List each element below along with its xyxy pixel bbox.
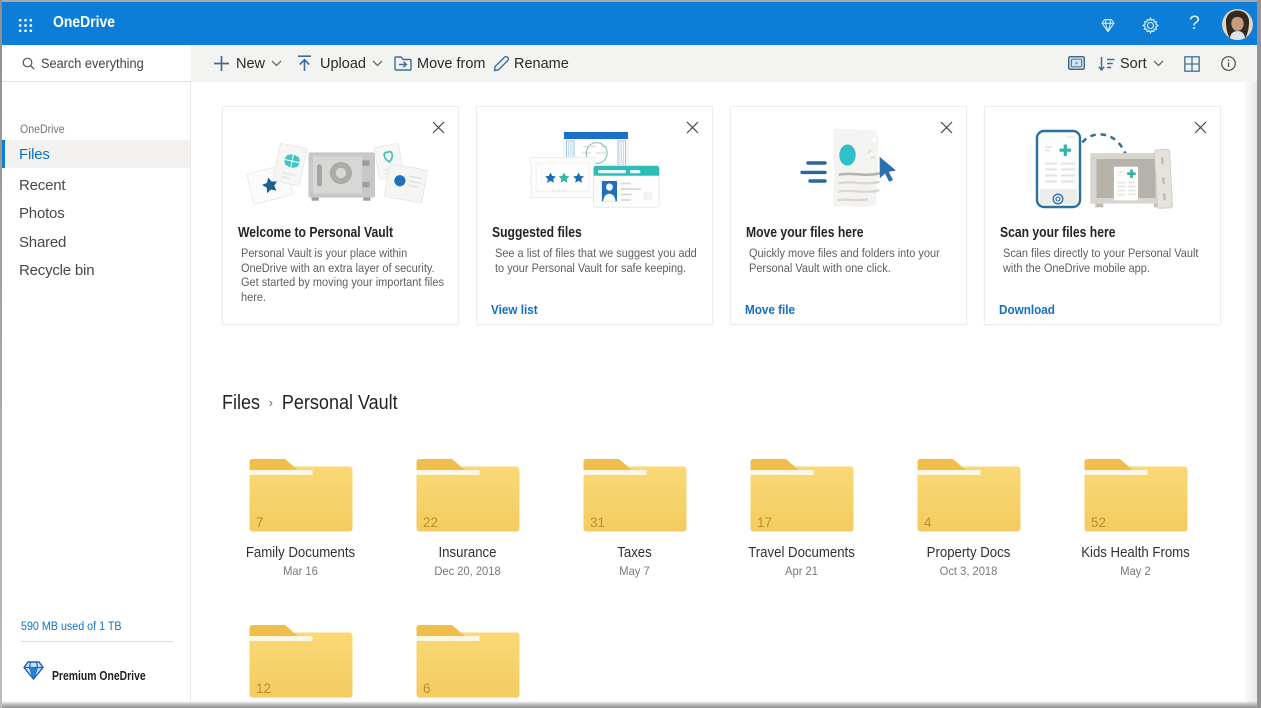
svg-text:52: 52 bbox=[1091, 515, 1106, 530]
svg-text:22: 22 bbox=[423, 515, 438, 530]
svg-text:6: 6 bbox=[423, 681, 431, 696]
svg-text:4: 4 bbox=[924, 515, 932, 530]
svg-text:7: 7 bbox=[256, 515, 264, 530]
svg-text:31: 31 bbox=[590, 515, 605, 530]
svg-text:17: 17 bbox=[757, 515, 772, 530]
svg-text:12: 12 bbox=[256, 681, 271, 696]
